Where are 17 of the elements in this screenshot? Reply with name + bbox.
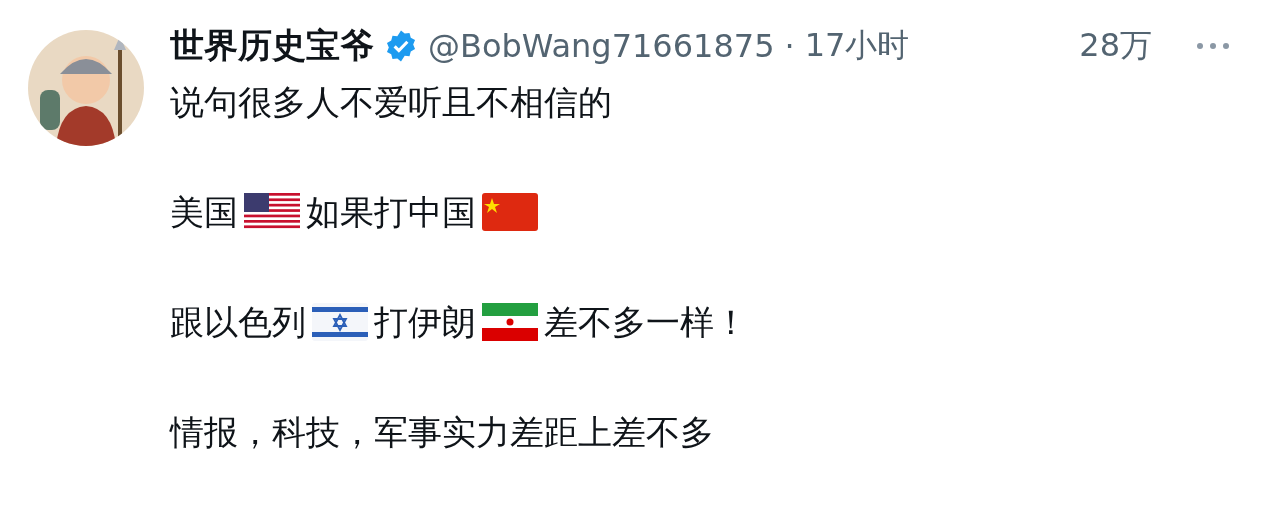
post-text: 差不多一样！	[544, 301, 748, 344]
post-time[interactable]: 17小时	[804, 24, 910, 68]
post-text: 打伊朗	[374, 301, 476, 344]
view-count: 28万	[1079, 25, 1152, 66]
flag-icon	[312, 303, 368, 341]
more-icon[interactable]	[1196, 42, 1230, 50]
post-text: 美国	[170, 191, 238, 234]
flag-icon	[482, 303, 538, 341]
flag-icon	[244, 193, 300, 231]
post-text: 说句很多人不爱听且不相信的	[170, 81, 612, 124]
post-text: 跟以色列	[170, 301, 306, 344]
post-text: 情报，科技，军事实力差距上差不多	[170, 411, 714, 454]
separator: ·	[784, 27, 795, 65]
post-text: 如果打中国	[306, 191, 476, 234]
author-handle[interactable]: @BobWang71661875	[428, 27, 775, 65]
flag-icon	[482, 193, 538, 231]
author-name[interactable]: 世界历史宝爷	[170, 23, 374, 69]
